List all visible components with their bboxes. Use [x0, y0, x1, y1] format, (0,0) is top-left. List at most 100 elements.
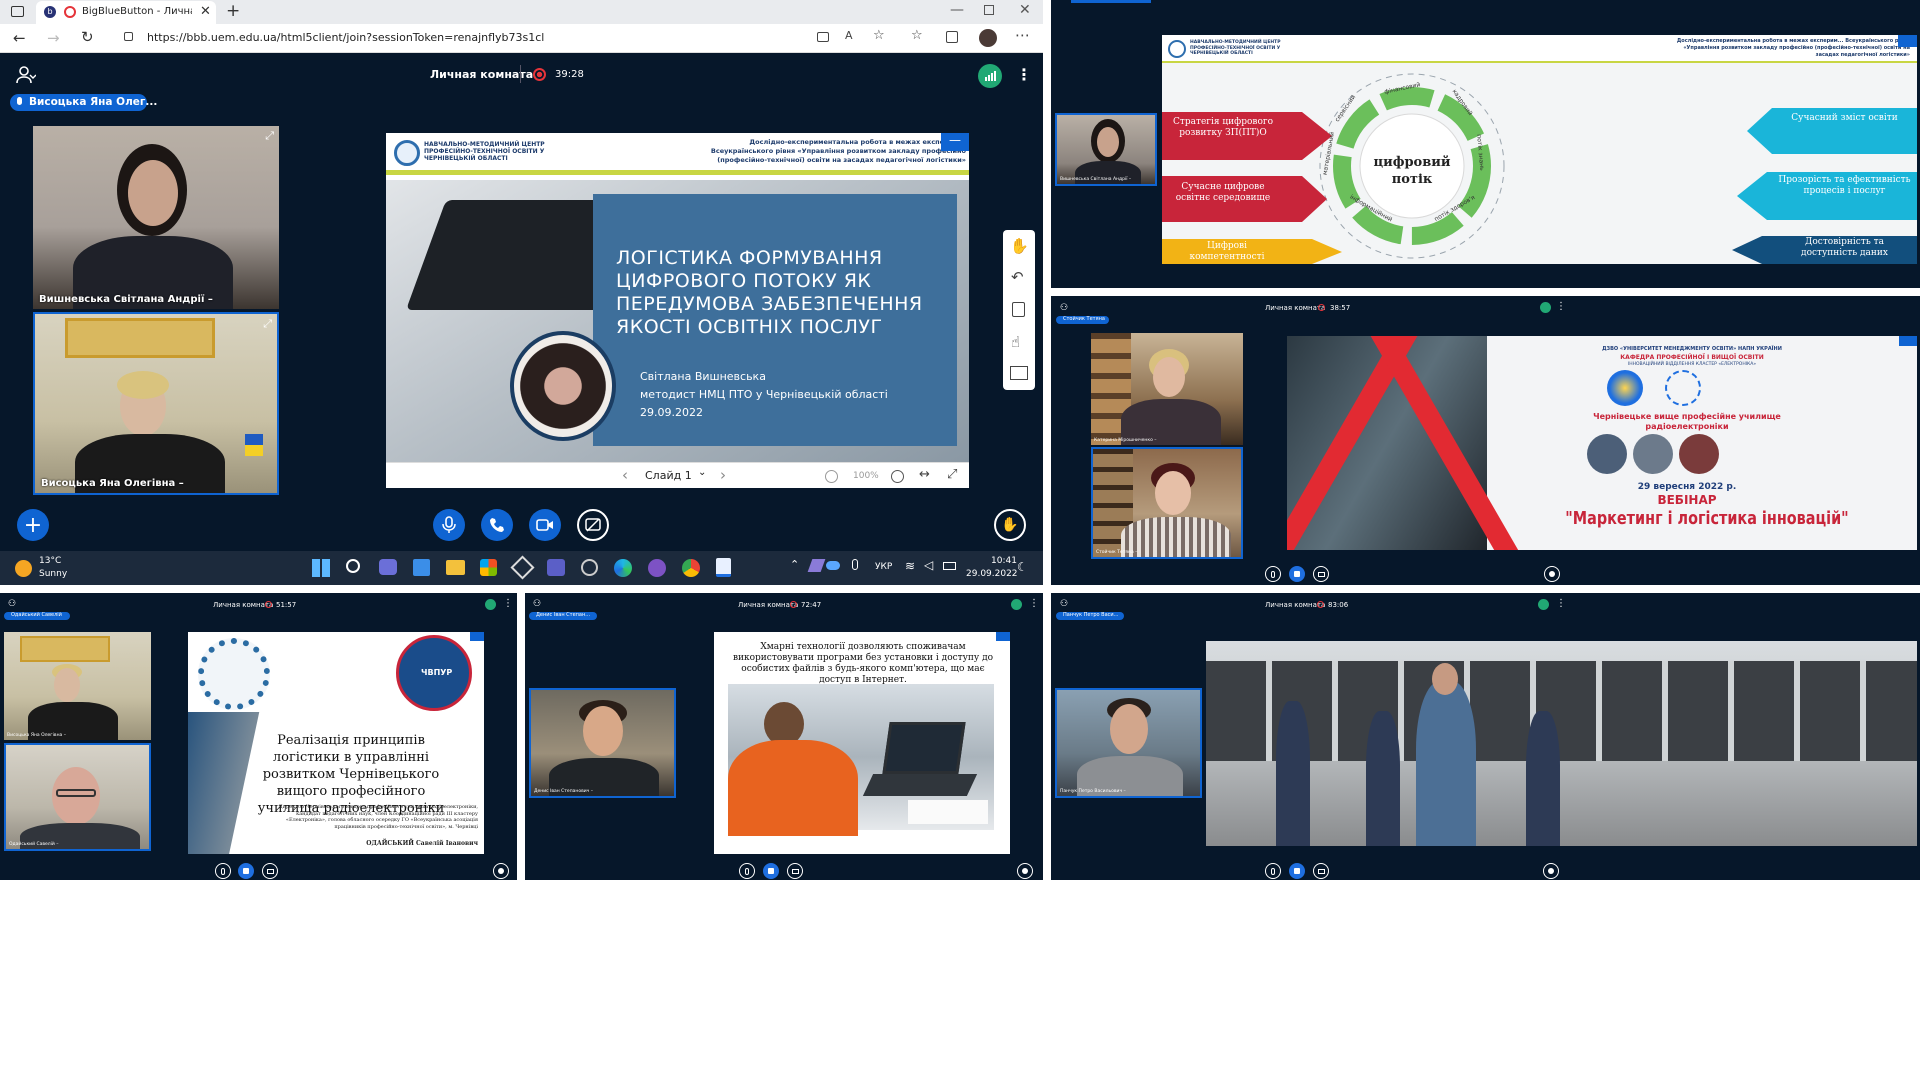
camera-button[interactable] — [529, 509, 561, 541]
favorite-icon[interactable]: ☆ — [873, 28, 885, 43]
video-tile[interactable]: Катерина Мірошниченко – — [1091, 333, 1243, 445]
whiteboard-chart-icon[interactable] — [1010, 366, 1028, 380]
undo-icon[interactable]: ↶ — [1011, 268, 1024, 286]
mute-button[interactable] — [433, 509, 465, 541]
video-tile[interactable]: ⤢ Висоцька Яна Олегівна – — [33, 312, 279, 495]
users-list-icon[interactable]: ⚇ — [1060, 303, 1068, 313]
forward-icon[interactable]: → — [47, 29, 60, 47]
raise-hand-button[interactable] — [1017, 863, 1033, 879]
window-menu-icon[interactable] — [11, 6, 24, 17]
taskbar-search-icon[interactable] — [346, 559, 360, 573]
profile-avatar[interactable] — [979, 29, 997, 47]
volume-icon[interactable]: ◁ — [924, 558, 933, 572]
favorites-bar-icon[interactable]: ☆ — [911, 28, 923, 43]
raise-hand-button[interactable] — [493, 863, 509, 879]
raise-hand-button[interactable] — [1543, 863, 1559, 879]
refresh-icon[interactable]: ↻ — [81, 28, 94, 46]
presentation-slide[interactable]: НАВЧАЛЬНО-МЕТОДИЧНИЙ ЦЕНТР ПРОФЕСІЙНО-ТЕ… — [386, 133, 969, 462]
raise-hand-button[interactable] — [1544, 566, 1560, 582]
camera-button[interactable] — [1313, 566, 1329, 582]
users-list-icon[interactable]: ⚇ — [533, 599, 541, 609]
leave-audio-button[interactable] — [1289, 566, 1305, 582]
taskbar-store-icon[interactable] — [480, 559, 497, 576]
mute-button[interactable] — [215, 863, 231, 879]
notifications-icon[interactable]: ☾ — [1017, 560, 1028, 574]
connection-status-icon[interactable] — [485, 599, 496, 610]
zoom-out-icon[interactable] — [825, 470, 838, 483]
video-tile[interactable]: Стойчик Тетяна – — [1091, 447, 1243, 559]
leave-audio-button[interactable] — [763, 863, 779, 879]
users-list-icon[interactable]: ⚇ — [8, 599, 16, 609]
taskbar-viber-icon[interactable] — [648, 559, 666, 577]
zoom-in-icon[interactable] — [891, 470, 904, 483]
taskbar-document-icon[interactable] — [716, 558, 731, 577]
camera-button[interactable] — [1313, 863, 1329, 879]
clear-trash-icon[interactable] — [1012, 302, 1025, 317]
leave-audio-button[interactable] — [238, 863, 254, 879]
options-menu-icon[interactable]: ⋮ — [1556, 301, 1566, 312]
fullscreen-icon[interactable]: ⤢ — [265, 129, 274, 143]
options-menu-icon[interactable]: ⋮ — [1556, 598, 1566, 609]
browser-tab[interactable]: b BigBlueButton - Личная ко... ✕ — [36, 1, 216, 24]
video-tile[interactable]: Висоцька Яна Олегівна – — [4, 632, 151, 740]
input-language[interactable]: УКР — [875, 562, 892, 572]
video-tile[interactable]: Одайський Савелій – — [4, 743, 151, 851]
next-slide-icon[interactable]: › — [720, 466, 726, 484]
multi-user-icon[interactable]: ☝ — [1011, 333, 1020, 351]
taskbar-calendar-icon[interactable] — [413, 559, 430, 576]
tray-pen-icon[interactable] — [807, 559, 826, 572]
taskbar-app-grid-icon[interactable] — [581, 559, 598, 576]
minimize-presentation-button[interactable] — [996, 632, 1010, 641]
connection-status-icon[interactable] — [1011, 599, 1022, 610]
tray-chevron-icon[interactable]: ⌃ — [790, 558, 799, 571]
back-icon[interactable]: ← — [13, 29, 26, 47]
fit-width-icon[interactable]: ↔ — [919, 467, 930, 482]
mute-button[interactable] — [1265, 863, 1281, 879]
mute-button[interactable] — [739, 863, 755, 879]
minimize-presentation-button[interactable] — [1898, 35, 1917, 47]
options-menu-icon[interactable]: ⋮ — [1029, 598, 1039, 609]
clock-date[interactable]: 29.09.2022 — [966, 569, 1018, 579]
slide-selector-chevron-icon[interactable]: ⌄ — [698, 467, 706, 478]
actions-plus-button[interactable]: + — [17, 509, 49, 541]
minimize-presentation-button[interactable] — [470, 632, 484, 641]
taskbar-teams-chat-icon[interactable] — [379, 559, 397, 575]
minimize-icon[interactable]: — — [950, 2, 964, 18]
battery-icon[interactable] — [943, 562, 956, 570]
minimize-presentation-button[interactable]: — — [941, 133, 969, 151]
taskbar-app-icon[interactable] — [510, 555, 535, 580]
video-tile[interactable]: ⤢ Вишневська Світлана Андрії – — [33, 126, 279, 309]
read-aloud-icon[interactable]: A — [845, 29, 853, 42]
connection-status-icon[interactable] — [1540, 302, 1551, 313]
connection-status-icon[interactable] — [1538, 599, 1549, 610]
screenshare-button[interactable] — [577, 509, 609, 541]
collections-icon[interactable] — [946, 31, 958, 43]
close-window-icon[interactable]: ✕ — [1019, 2, 1031, 18]
taskbar-edge-icon[interactable] — [614, 559, 632, 577]
fullscreen-presentation-icon[interactable]: ⤢ — [947, 467, 957, 482]
tray-mic-icon[interactable] — [852, 559, 858, 570]
prev-slide-icon[interactable]: ‹ — [622, 466, 628, 484]
video-tile[interactable]: Вишневська Світлана Андрії – — [1055, 113, 1157, 186]
users-list-icon[interactable]: ⚇ — [1060, 599, 1068, 609]
more-menu-icon[interactable]: ⋯ — [1015, 26, 1030, 44]
leave-audio-button[interactable] — [1289, 863, 1305, 879]
raise-hand-button[interactable]: ✋ — [994, 509, 1026, 541]
new-tab-icon[interactable]: + — [226, 1, 240, 21]
video-tile[interactable]: Панчук Петро Васильович – — [1055, 688, 1202, 798]
url-field[interactable]: https://bbb.uem.edu.ua/html5client/join?… — [147, 31, 544, 44]
camera-button[interactable] — [262, 863, 278, 879]
slide-selector[interactable]: Слайд 1 — [645, 469, 692, 482]
options-menu-icon[interactable]: ⋮ — [503, 598, 513, 609]
clock-time[interactable]: 10:41 — [991, 556, 1017, 566]
users-list-icon[interactable] — [16, 66, 37, 84]
options-menu-icon[interactable]: ⋮ — [1016, 65, 1032, 84]
video-tile[interactable]: Денис Іван Степанович – — [529, 688, 676, 798]
tab-close-icon[interactable]: ✕ — [200, 4, 211, 19]
restore-icon[interactable] — [984, 5, 994, 15]
connection-status-icon[interactable] — [978, 64, 1002, 88]
leave-audio-button[interactable] — [481, 509, 513, 541]
minimize-presentation-button[interactable] — [1899, 336, 1917, 346]
mute-button[interactable] — [1265, 566, 1281, 582]
wifi-icon[interactable]: ≋ — [905, 559, 915, 573]
